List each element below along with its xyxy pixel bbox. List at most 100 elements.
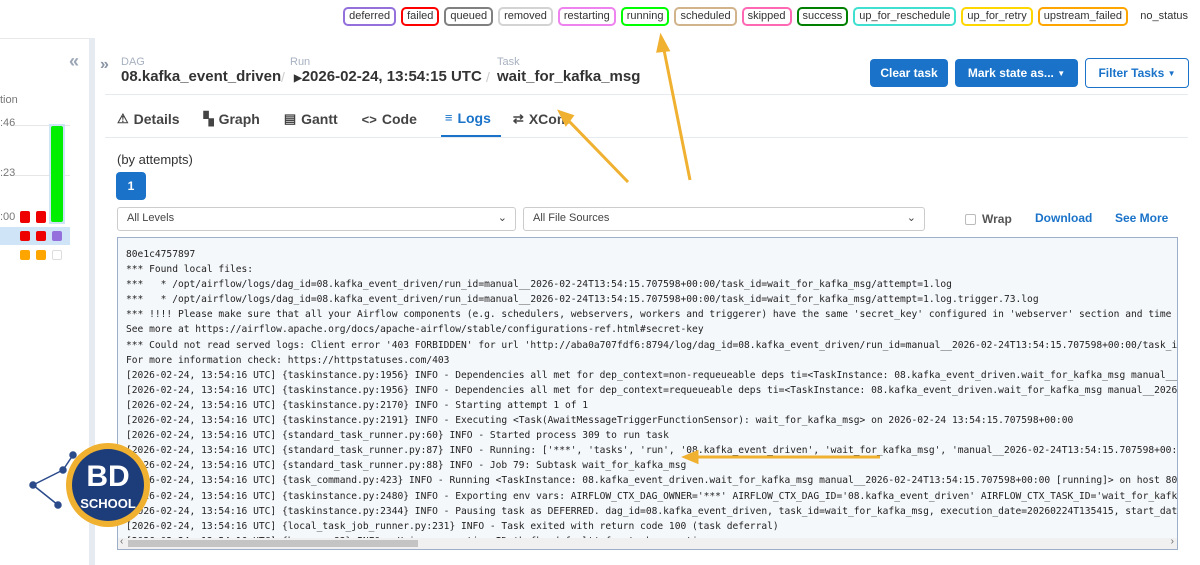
state-removed: removed (498, 7, 553, 26)
run-bar-failed[interactable] (36, 211, 46, 223)
state-skipped: skipped (741, 7, 792, 26)
task-instance-no-status[interactable] (52, 250, 62, 260)
tab-label: XCom (528, 111, 570, 127)
chevron-down-icon: ⌄ (497, 212, 507, 224)
state-up-for-retry: up_for_retry (961, 7, 1033, 26)
state-upstream-failed: upstream_failed (1037, 7, 1128, 26)
tab-gantt[interactable]: ▤ Gantt (284, 104, 350, 138)
bd-school-logo: BD SCHOOL (29, 443, 150, 527)
log-line: *** !!!! Please make sure that all your … (126, 309, 1178, 321)
log-line: *** * /opt/airflow/logs/dag_id=08.kafka_… (126, 294, 1039, 306)
scrollbar-thumb[interactable] (128, 540, 418, 547)
run-bar-failed[interactable] (20, 211, 30, 223)
task-instance-upstream-failed[interactable] (36, 250, 46, 260)
tab-label: Graph (218, 111, 260, 127)
graph-icon: ▚ (203, 111, 214, 126)
filter-tasks-button[interactable]: Filter Tasks ▼ (1085, 58, 1189, 88)
state-running: running (620, 7, 670, 26)
chevron-down-icon: ⌄ (906, 212, 916, 224)
log-line: [2026-02-24, 13:54:16 UTC] {taskinstance… (126, 505, 1178, 517)
file-source-select[interactable]: All File Sources ⌄ (523, 207, 925, 231)
log-line: [2026-02-24, 13:54:16 UTC] {local_task_j… (126, 520, 779, 532)
log-line: [2026-02-24, 13:54:16 UTC] {taskinstance… (126, 369, 1178, 381)
caret-down-icon: ▼ (1167, 68, 1176, 78)
task-tabs: ⚠ Details ▚ Graph ▤ Gantt <> Code ≡ Logs ⇄ XCom (117, 104, 593, 138)
log-line: [2026-02-24, 13:54:16 UTC] {taskinstance… (126, 490, 1178, 502)
log-line: [2026-02-24, 13:54:16 UTC] {taskinstance… (126, 415, 1074, 427)
log-line: [2026-02-24, 13:54:16 UTC] {standard_tas… (126, 430, 669, 442)
log-line: *** Could not read served logs: Client e… (126, 339, 1178, 351)
code-icon: <> (361, 111, 377, 127)
scroll-left-icon[interactable]: ‹ (120, 536, 123, 547)
log-line: See more at https://airflow.apache.org/d… (126, 324, 704, 336)
run-duration-bar[interactable] (51, 126, 63, 222)
divider (105, 94, 1188, 95)
task-details-panel: » DAG 08.kafka_event_driven / Run ▶2026-… (100, 38, 1200, 565)
log-line: [2026-02-24, 13:54:16 UTC] {task_command… (126, 475, 1178, 487)
svg-text:BD: BD (86, 460, 129, 493)
state-no-status: no_status (1140, 10, 1188, 22)
exchange-icon: ⇄ (512, 111, 524, 126)
list-icon: ≡ (444, 110, 453, 125)
dag-label: DAG (121, 56, 145, 68)
play-icon: ▶ (294, 73, 302, 84)
log-line: [2026-02-24, 13:54:16 UTC] {taskinstance… (126, 384, 1178, 396)
wrap-toggle[interactable]: Wrap (965, 212, 1012, 226)
log-line: For more information check: https://http… (126, 354, 450, 366)
task-instance-upstream-failed[interactable] (20, 250, 30, 260)
horizontal-scrollbar[interactable]: ‹ › (118, 536, 1177, 549)
caret-down-icon: ▼ (1057, 68, 1066, 78)
tab-label: Gantt (301, 111, 338, 127)
breadcrumb-run[interactable]: 2026-02-24, 13:54:15 UTC (302, 68, 482, 85)
divider (105, 137, 1188, 138)
log-viewer[interactable]: 80e1c4757897 *** Found local files: *** * … (117, 237, 1178, 550)
mark-state-button[interactable]: Mark state as... ▼ (955, 59, 1078, 87)
task-instance-failed[interactable] (20, 231, 30, 241)
tab-label: Details (133, 111, 180, 127)
attempts-label: (by attempts) (117, 152, 193, 167)
task-label: Task (497, 56, 520, 68)
breadcrumb-separator: / (486, 69, 490, 85)
tab-label: Logs (457, 109, 491, 126)
wrap-label: Wrap (982, 212, 1012, 226)
duration-tick: :23 (0, 167, 16, 179)
duration-tick: :46 (0, 117, 16, 129)
duration-label: tion (0, 94, 18, 106)
filter-tasks-label: Filter Tasks (1098, 66, 1165, 80)
log-line: 80e1c4757897 (126, 249, 196, 260)
state-scheduled: scheduled (674, 7, 737, 26)
log-level-select[interactable]: All Levels ⌄ (117, 207, 516, 231)
see-more-link[interactable]: See More (1115, 211, 1168, 225)
collapse-grid-icon[interactable]: « (69, 51, 79, 72)
breadcrumb-dag[interactable]: 08.kafka_event_driven (121, 68, 281, 85)
log-lines: 80e1c4757897 *** Found local files: *** * … (126, 247, 1177, 549)
download-link[interactable]: Download (1035, 211, 1092, 225)
tab-logs[interactable]: ≡ Logs (440, 104, 501, 138)
run-label: Run (290, 56, 311, 68)
expand-panel-icon[interactable]: » (100, 56, 109, 74)
state-legend: deferred failed queued removed restarting run… (0, 7, 1200, 26)
breadcrumb-task[interactable]: wait_for_kafka_msg (497, 68, 640, 85)
state-failed: failed (401, 7, 440, 26)
tab-code[interactable]: <> Code (362, 104, 429, 138)
scroll-right-icon[interactable]: › (1171, 536, 1174, 547)
tab-xcom[interactable]: ⇄ XCom (513, 104, 581, 138)
tab-graph[interactable]: ▚ Graph (204, 104, 272, 138)
mark-state-label: Mark state as... (967, 66, 1054, 80)
attempt-1-button[interactable]: 1 (116, 172, 146, 200)
gantt-icon: ▤ (283, 111, 297, 126)
log-line: *** * /opt/airflow/logs/dag_id=08.kafka_… (126, 279, 952, 291)
task-instance-deferred[interactable] (52, 231, 62, 241)
svg-text:SCHOOL: SCHOOL (80, 496, 136, 511)
state-deferred: deferred (343, 7, 397, 26)
log-level-value: All Levels (127, 212, 175, 224)
state-success: success (796, 7, 849, 26)
wrap-checkbox[interactable] (965, 213, 976, 225)
duration-tick: :00 (0, 211, 16, 223)
log-line: *** Found local files: (126, 264, 254, 276)
task-instance-failed[interactable] (36, 231, 46, 241)
tab-details[interactable]: ⚠ Details (117, 104, 192, 138)
tab-label: Code (381, 111, 417, 127)
log-line: [2026-02-24, 13:54:16 UTC] {standard_tas… (126, 445, 1178, 457)
clear-task-button[interactable]: Clear task (870, 59, 948, 87)
